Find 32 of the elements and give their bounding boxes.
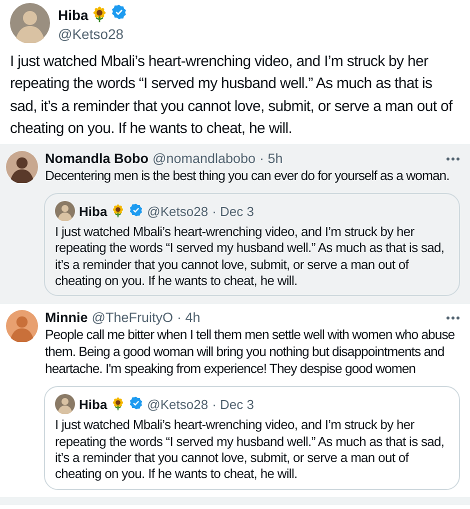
author-handle[interactable]: @Ketso28 (58, 26, 128, 42)
author-handle[interactable]: @Ketso28 (147, 396, 208, 412)
post-text: I just watched Mbali’s heart-wrenching video, and I’m struck by her repeating the words “I served my husband well.” As much as that is sad, it’s a reminder that you cannot love, submit, or serve a man out of cheating on you. If he wants to cheat, he will. (10, 52, 454, 139)
avatar[interactable] (6, 151, 38, 184)
author-handle[interactable]: @nomandlabobo (152, 151, 256, 166)
quoted-post-card[interactable] (44, 386, 460, 490)
author-handle[interactable]: @TheFruityO (92, 310, 173, 326)
avatar[interactable] (55, 394, 75, 414)
author-name[interactable]: Hiba (79, 396, 108, 412)
quoted-post-text: I just watched Mbali’s heart-wrenching video, and I’m struck by her repeating the words “I served my husband well.” As much as that is sad, it’s a reminder that you cannot love, submit, or serve a man out of cheating on you. If he wants to cheat, he will. (55, 417, 446, 483)
post-time: · Dec 3 (212, 204, 254, 219)
reply-text: Decentering men is the best thing you can ever do for yourself as a woman. (45, 167, 450, 184)
more-icon[interactable] (446, 316, 460, 320)
author-name[interactable]: Hiba (58, 6, 88, 22)
verified-badge-icon (111, 4, 128, 20)
verified-badge-icon (129, 202, 144, 217)
post-time: · 5h (260, 151, 283, 166)
sunflower-icon (111, 204, 126, 218)
sunflower-icon (91, 6, 108, 23)
author-name[interactable]: Nomandla Bobo (45, 151, 148, 166)
sunflower-icon (111, 397, 126, 412)
quoted-post-card[interactable] (44, 193, 460, 296)
reply-post[interactable] (0, 144, 470, 304)
author-name[interactable]: Minnie (45, 310, 88, 326)
more-icon[interactable] (446, 156, 460, 161)
reply-text: People call me bitter when I tell them men settle well with women who abuse them. Being a good woman will bring you nothing but disappointments and heartache. I'm speaking from experience! They despise good women (45, 326, 456, 378)
verified-badge-icon (129, 396, 144, 410)
post-time: · Dec 3 (212, 396, 254, 412)
post-time: · 4h (176, 310, 200, 326)
quoted-post-text: I just watched Mbali’s heart-wrenching video, and I’m struck by her repeating the words “I served my husband well.” As much as that is sad, it’s a reminder that you cannot love, submit, or serve a man out of cheating on you. If he wants to cheat, he will. (55, 224, 446, 290)
author-name[interactable]: Hiba (79, 204, 108, 219)
author-handle[interactable]: @Ketso28 (147, 204, 208, 219)
